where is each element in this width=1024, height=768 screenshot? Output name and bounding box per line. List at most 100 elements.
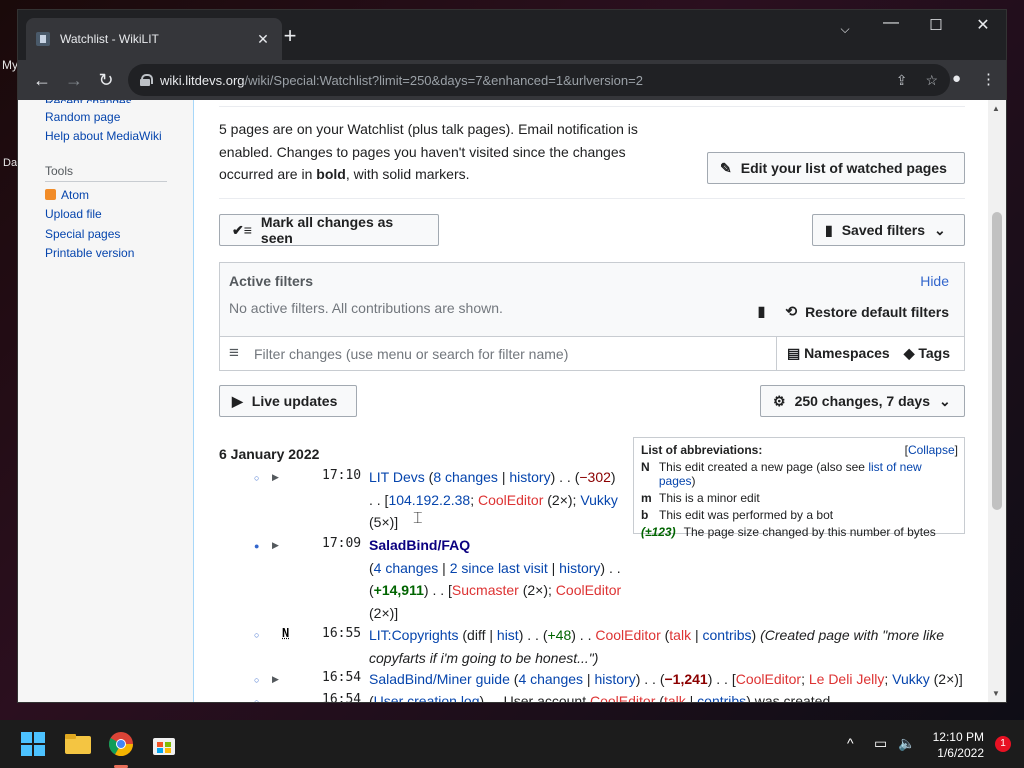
talk-link[interactable]: talk <box>669 627 691 643</box>
page-link[interactable]: LIT Devs <box>369 469 425 485</box>
favicon-icon <box>36 32 50 46</box>
sidebar-item-recent-changes[interactable]: Recent changes <box>45 100 132 103</box>
taskbar-clock[interactable]: 12:10 PM 1/6/2022 <box>933 729 984 761</box>
user-link[interactable]: Sucmaster <box>452 582 519 598</box>
contribs-link[interactable]: contribs <box>703 627 752 643</box>
user-link[interactable]: CoolEditor <box>478 492 543 508</box>
new-tab-icon[interactable]: + <box>278 25 302 47</box>
log-link[interactable]: User creation log <box>374 693 480 702</box>
scroll-down-icon[interactable]: ▼ <box>992 689 1000 698</box>
user-link[interactable]: Vukky <box>892 671 930 687</box>
abbreviation-row: (±123) The page size changed by this numb… <box>641 525 936 539</box>
history-link[interactable]: history <box>509 469 550 485</box>
close-window-icon[interactable]: ✕ <box>968 15 998 35</box>
watchlist-intro: 5 pages are on your Watchlist (plus talk… <box>219 121 638 182</box>
expand-arrow-icon[interactable]: ▶ <box>272 674 279 685</box>
page-link[interactable]: LIT:Copyrights <box>369 627 458 643</box>
bookmark-icon: ▮ <box>825 221 833 238</box>
active-filters-panel: Active filters Hide No active filters. A… <box>219 262 965 371</box>
browser-tab[interactable]: Watchlist - WikiLIT ✕ <box>26 18 282 60</box>
collapse-link[interactable]: [Collapse] <box>905 443 958 457</box>
mark-all-seen-button[interactable]: ✔≡ Mark all changes as seen <box>219 214 439 246</box>
sidebar-item-help[interactable]: Help about MediaWiki <box>45 129 162 143</box>
user-link[interactable]: CoolEditor <box>736 671 801 687</box>
reload-icon[interactable]: ↻ <box>90 70 122 91</box>
hist-link[interactable]: hist <box>497 627 519 643</box>
address-bar[interactable]: wiki.litdevs.org /wiki/Special:Watchlist… <box>128 64 950 96</box>
changes-days-button[interactable]: ⚙ 250 changes, 7 days ⌄ <box>760 385 965 417</box>
expand-arrow-icon[interactable]: ▶ <box>272 472 279 483</box>
changes-link[interactable]: 8 changes <box>433 469 498 485</box>
bookmark-icon[interactable]: ▮ <box>758 303 766 320</box>
user-link[interactable]: Le Deli Jelly <box>809 671 884 687</box>
change-time: 16:55 <box>322 626 362 641</box>
change-row: LIT Devs (8 changes | history) . . (−302… <box>369 469 618 530</box>
history-link[interactable]: history <box>594 671 635 687</box>
start-icon[interactable] <box>21 732 45 756</box>
change-time: 17:09 <box>322 536 362 551</box>
profile-icon[interactable]: ● <box>952 70 961 88</box>
chevron-up-icon[interactable]: ^ <box>847 735 854 751</box>
contribs-link[interactable]: contribs <box>697 693 746 702</box>
user-link[interactable]: CoolEditor <box>590 693 655 702</box>
live-updates-button[interactable]: ▶ Live updates <box>219 385 357 417</box>
sidebar: Recent changes Random page Help about Me… <box>18 100 194 702</box>
chrome-icon[interactable] <box>108 732 133 757</box>
expand-arrow-icon[interactable]: ▶ <box>272 540 279 551</box>
page-link[interactable]: SaladBind/FAQ <box>369 537 470 553</box>
store-icon[interactable] <box>152 732 176 756</box>
scroll-thumb[interactable] <box>992 212 1002 510</box>
sidebar-item-atom[interactable]: Atom <box>45 188 89 202</box>
changes-link[interactable]: 4 changes <box>374 560 439 576</box>
restore-default-filters-button[interactable]: ▮ ⟲ Restore default filters <box>758 303 949 320</box>
chevron-down-icon: ⌄ <box>933 221 946 238</box>
scrollbar[interactable]: ▲ ▼ <box>988 100 1006 702</box>
volume-icon[interactable]: 🔈 <box>898 735 915 752</box>
talk-link[interactable]: talk <box>664 693 686 702</box>
hide-filters-link[interactable]: Hide <box>920 273 949 289</box>
user-link[interactable]: CoolEditor <box>556 582 621 598</box>
size-diff: +48 <box>547 627 572 643</box>
tab-bar: Watchlist - WikiLIT ✕ + ⌵ — ☐ ✕ <box>18 10 1006 60</box>
sidebar-item-printable-version[interactable]: Printable version <box>45 246 134 260</box>
menu-icon[interactable]: ≡ <box>229 343 239 363</box>
unvisited-bullet-icon: ● <box>254 541 260 551</box>
sidebar-tools-heading: Tools <box>45 164 74 178</box>
bookmark-star-icon[interactable]: ☆ <box>925 72 938 89</box>
main-content: 5 pages are on your Watchlist (plus talk… <box>195 100 988 702</box>
sidebar-item-random-page[interactable]: Random page <box>45 110 120 124</box>
forward-icon[interactable]: → <box>58 70 90 91</box>
scroll-up-icon[interactable]: ▲ <box>992 104 1000 113</box>
page-link[interactable]: SaladBind/Miner guide <box>369 671 510 687</box>
history-link[interactable]: history <box>559 560 600 576</box>
notification-badge[interactable]: 1 <box>995 736 1011 752</box>
lock-icon <box>140 74 153 86</box>
sidebar-item-upload-file[interactable]: Upload file <box>45 207 102 221</box>
user-link[interactable]: CoolEditor <box>595 627 660 643</box>
minimize-icon[interactable]: — <box>876 14 906 32</box>
no-filters-text: No active filters. All contributions are… <box>229 300 503 316</box>
close-tab-icon[interactable]: ✕ <box>254 31 272 48</box>
tab-search-icon[interactable]: ⌵ <box>830 22 860 37</box>
menu-icon[interactable]: ⋮ <box>981 70 996 88</box>
sidebar-item-special-pages[interactable]: Special pages <box>45 227 120 241</box>
file-explorer-icon[interactable] <box>65 732 91 756</box>
unwatched-bullet-icon: ○ <box>254 675 260 685</box>
tags-button[interactable]: ◆ Tags <box>904 345 950 362</box>
user-link[interactable]: Vukky <box>580 492 618 508</box>
abbreviation-row: b This edit was performed by a bot <box>641 508 834 522</box>
since-visit-link[interactable]: 2 since last visit <box>450 560 548 576</box>
changes-link[interactable]: 4 changes <box>518 671 583 687</box>
user-link[interactable]: 104.192.2.38 <box>388 492 470 508</box>
share-icon[interactable]: ⇪ <box>896 72 908 89</box>
tab-title: Watchlist - WikiLIT <box>60 32 159 46</box>
namespaces-button[interactable]: ▤ Namespaces <box>787 345 890 362</box>
back-icon[interactable]: ← <box>26 70 58 91</box>
saved-filters-button[interactable]: ▮ Saved filters ⌄ <box>812 214 965 246</box>
browser-toolbar: ← → ↻ wiki.litdevs.org /wiki/Special:Wat… <box>18 60 1006 100</box>
network-icon[interactable]: ▭ <box>874 735 887 752</box>
maximize-icon[interactable]: ☐ <box>921 16 951 34</box>
change-time: 17:10 <box>322 468 362 483</box>
edit-watched-pages-button[interactable]: ✎ Edit your list of watched pages <box>707 152 965 184</box>
filter-search-input[interactable]: Filter changes (use menu or search for f… <box>254 346 568 362</box>
